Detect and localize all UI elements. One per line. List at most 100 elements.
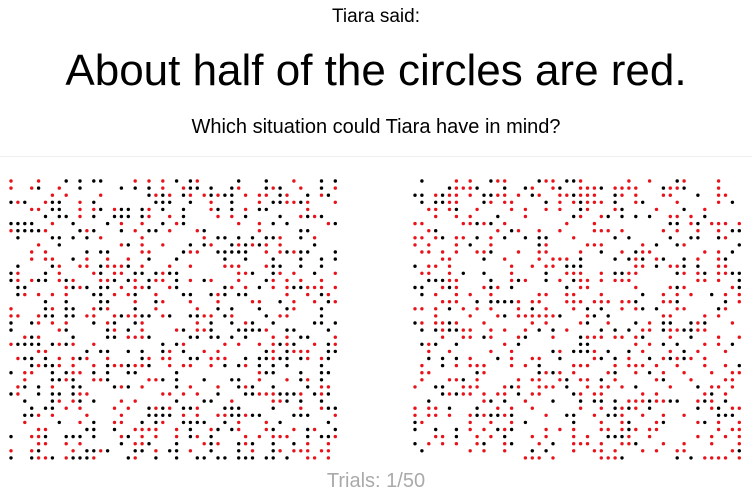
black-circle — [250, 328, 255, 332]
black-circle — [413, 427, 417, 432]
red-circle — [243, 285, 248, 290]
red-circle — [558, 229, 562, 233]
black-circle — [250, 392, 255, 396]
red-circle — [447, 378, 452, 382]
red-circle — [661, 314, 666, 318]
black-circle — [140, 207, 144, 212]
red-circle — [92, 378, 96, 382]
question-prompt: Which situation could Tiara have in mind… — [191, 116, 561, 138]
red-circle — [447, 200, 452, 204]
red-circle — [627, 434, 631, 439]
black-circle — [50, 314, 55, 318]
red-circle — [723, 193, 728, 197]
red-circle — [43, 349, 48, 354]
black-circle — [620, 456, 624, 460]
black-circle — [434, 342, 438, 346]
red-circle — [243, 442, 248, 446]
red-circle — [654, 399, 659, 403]
red-circle — [716, 342, 721, 346]
red-circle — [36, 207, 41, 212]
red-circle — [592, 413, 597, 417]
black-circle — [551, 399, 555, 403]
red-circle — [523, 456, 528, 460]
red-circle — [223, 356, 227, 361]
red-circle — [703, 250, 707, 254]
red-circle — [243, 434, 248, 439]
black-circle — [250, 236, 255, 240]
black-circle — [237, 328, 241, 332]
red-circle — [126, 314, 130, 318]
red-circle — [544, 250, 548, 254]
black-circle — [654, 264, 659, 268]
red-circle — [675, 214, 679, 219]
red-circle — [9, 179, 13, 183]
red-circle — [237, 264, 241, 268]
black-circle — [578, 349, 583, 354]
red-circle — [209, 314, 213, 318]
red-circle — [703, 278, 707, 283]
red-circle — [92, 342, 96, 346]
red-circle — [468, 328, 472, 332]
black-circle — [599, 328, 603, 332]
black-circle — [36, 186, 41, 190]
black-circle — [133, 292, 137, 297]
red-circle — [703, 356, 707, 361]
black-circle — [195, 314, 199, 318]
black-circle — [278, 356, 282, 361]
red-circle — [447, 264, 452, 268]
red-circle — [544, 207, 548, 212]
red-circle — [661, 413, 666, 417]
black-circle — [278, 214, 282, 219]
red-circle — [551, 385, 555, 389]
black-circle — [516, 278, 521, 283]
red-circle — [641, 399, 645, 403]
red-circle — [544, 243, 548, 247]
black-circle — [482, 271, 486, 275]
black-circle — [565, 378, 569, 382]
black-circle — [730, 200, 735, 204]
black-circle — [250, 385, 255, 389]
black-circle — [440, 392, 445, 396]
black-circle — [9, 271, 13, 275]
red-circle — [112, 420, 117, 425]
black-circle — [613, 413, 617, 417]
red-circle — [161, 179, 165, 183]
black-circle — [271, 200, 275, 204]
red-circle — [119, 264, 124, 268]
red-circle — [489, 236, 493, 240]
black-circle — [675, 179, 679, 183]
red-circle — [454, 300, 459, 304]
red-circle — [271, 349, 275, 354]
option-right-dot-grid[interactable] — [412, 178, 742, 463]
black-circle — [440, 200, 445, 204]
black-circle — [654, 243, 659, 247]
black-circle — [475, 186, 479, 190]
red-circle — [147, 207, 151, 212]
red-circle — [641, 392, 645, 396]
red-circle — [312, 236, 317, 240]
red-circle — [195, 229, 199, 233]
red-circle — [9, 186, 13, 190]
red-circle — [188, 193, 193, 197]
black-circle — [50, 406, 55, 410]
red-circle — [482, 285, 486, 290]
red-circle — [585, 186, 590, 190]
black-circle — [737, 271, 741, 275]
red-circle — [133, 229, 137, 233]
red-circle — [319, 285, 324, 290]
black-circle — [250, 271, 255, 275]
black-circle — [312, 321, 317, 325]
black-circle — [9, 434, 13, 439]
red-circle — [112, 328, 117, 332]
option-left-dot-grid[interactable] — [8, 178, 338, 463]
red-circle — [174, 434, 179, 439]
red-circle — [440, 328, 445, 332]
black-circle — [319, 307, 324, 311]
red-circle — [641, 243, 645, 247]
red-circle — [509, 207, 514, 212]
black-circle — [126, 278, 130, 283]
red-circle — [168, 392, 172, 396]
black-circle — [326, 434, 331, 439]
red-circle — [585, 278, 590, 283]
black-circle — [271, 449, 275, 453]
